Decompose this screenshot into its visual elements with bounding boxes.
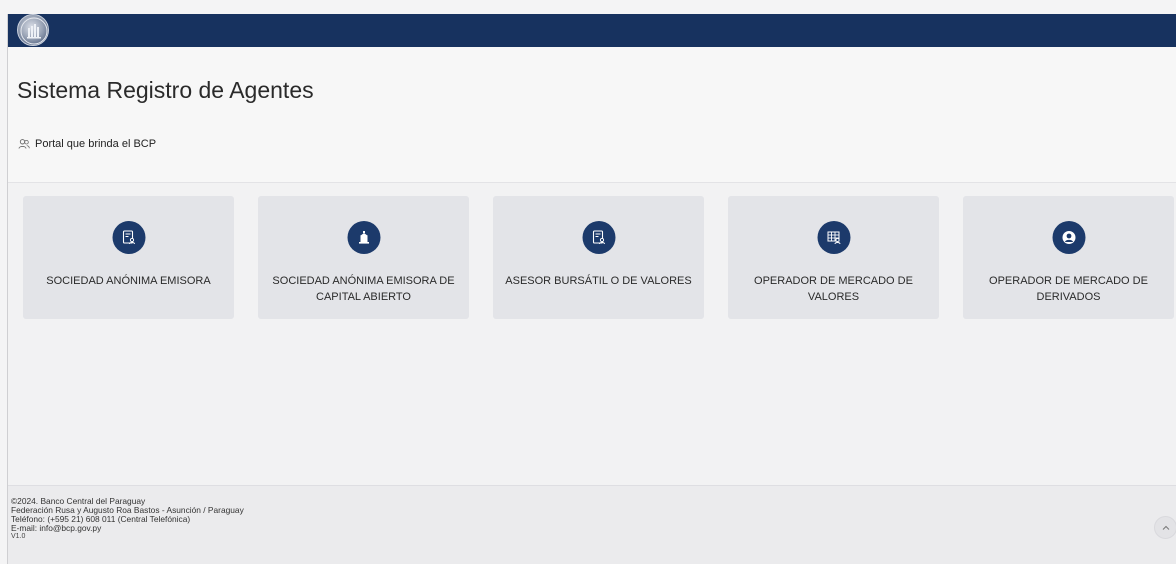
version-text: V1.0 [11, 532, 26, 540]
document-person-icon [582, 221, 615, 254]
user-circle-icon [1052, 221, 1085, 254]
chevron-up-icon [1162, 525, 1169, 530]
email-text: E-mail: info@bcp.gov.py [11, 522, 102, 533]
document-person-icon [112, 221, 145, 254]
page-title: Sistema Registro de Agentes [17, 77, 314, 103]
card-asesor-bursatil[interactable]: ASESOR BURSÁTIL O DE VALORES [493, 196, 704, 319]
bcp-logo-icon[interactable] [17, 14, 49, 46]
card-label: SOCIEDAD ANÓNIMA EMISORA [46, 275, 211, 287]
agent-type-cards: SOCIEDAD ANÓNIMA EMISORA SOCIEDAD ANÓNIM… [8, 183, 1176, 485]
footer-contact: ©2024. Banco Central del Paraguay Federa… [11, 497, 244, 542]
table-person-icon [817, 221, 850, 254]
top-navbar [7, 14, 1176, 47]
card-sociedad-anonima-emisora[interactable]: SOCIEDAD ANÓNIMA EMISORA [23, 196, 234, 319]
card-sociedad-anonima-emisora-capital-abierto[interactable]: SOCIEDAD ANÓNIMA EMISORA DE CAPITAL ABIE… [258, 196, 469, 319]
card-label: SOCIEDAD ANÓNIMA EMISORA DE CAPITAL ABIE… [272, 275, 455, 303]
card-label: OPERADOR DE MERCADO DE VALORES [754, 275, 913, 303]
building-icon [347, 221, 380, 254]
users-icon [18, 138, 30, 150]
card-label: OPERADOR DE MERCADO DE DERIVADOS [989, 275, 1148, 303]
card-label: ASESOR BURSÁTIL O DE VALORES [505, 275, 692, 287]
card-operador-mercado-derivados[interactable]: OPERADOR DE MERCADO DE DERIVADOS [963, 196, 1174, 319]
page-footer: ©2024. Banco Central del Paraguay Federa… [8, 485, 1176, 564]
portal-subtitle-text: Portal que brinda el BCP [35, 138, 157, 150]
scroll-to-top-button[interactable] [1154, 516, 1176, 539]
portal-subtitle: Portal que brinda el BCP [18, 138, 156, 150]
card-operador-mercado-valores[interactable]: OPERADOR DE MERCADO DE VALORES [728, 196, 939, 319]
page-header: Sistema Registro de Agentes Portal que b… [8, 47, 1176, 183]
